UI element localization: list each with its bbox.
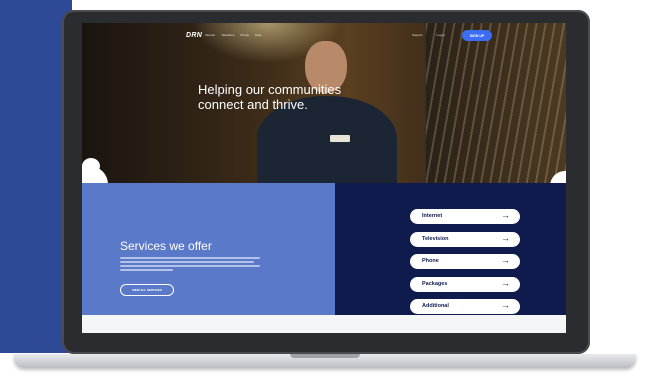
- hero-section: DRN Internet Television Phone Help Suppo…: [82, 23, 566, 183]
- signup-button[interactable]: SIGN UP: [462, 30, 492, 41]
- top-navbar: DRN Internet Television Phone Help Suppo…: [82, 23, 566, 51]
- services-heading: Services we offer: [120, 239, 212, 253]
- laptop-base: [14, 354, 636, 368]
- service-item-phone[interactable]: Phone →: [410, 254, 520, 269]
- nav-link-login[interactable]: Log In: [437, 33, 445, 37]
- arrow-right-icon: →: [501, 232, 510, 243]
- service-list: Internet → Television → Phone → Packages…: [410, 209, 520, 322]
- service-label: Television: [422, 235, 449, 242]
- hero-person-image: [252, 41, 402, 183]
- laptop-notch: [290, 354, 360, 358]
- footer-strip: [82, 315, 566, 333]
- laptop-screen: DRN Internet Television Phone Help Suppo…: [82, 23, 566, 333]
- nav-right-links: Support Log In: [412, 33, 445, 37]
- view-all-services-button[interactable]: VIEW ALL SERVICES: [120, 284, 174, 296]
- service-label: Packages: [422, 280, 448, 287]
- service-item-television[interactable]: Television →: [410, 231, 520, 247]
- person-badge: [330, 135, 350, 142]
- service-label: Phone: [422, 258, 439, 264]
- hero-title: Helping our communities connect and thri…: [198, 82, 342, 112]
- service-item-packages[interactable]: Packages →: [410, 276, 520, 292]
- service-label: Additional: [422, 303, 449, 309]
- nav-link-internet[interactable]: Internet: [205, 33, 215, 37]
- arrow-right-icon: →: [501, 210, 510, 220]
- nav-links: Internet Television Phone Help: [205, 33, 261, 37]
- nav-link-television[interactable]: Television: [221, 33, 234, 37]
- services-description: [120, 257, 260, 273]
- arrow-right-icon: →: [501, 255, 510, 265]
- arrow-right-icon: →: [501, 300, 510, 310]
- nav-link-phone[interactable]: Phone: [240, 33, 249, 37]
- service-item-additional[interactable]: Additional →: [410, 299, 520, 314]
- service-item-internet[interactable]: Internet →: [410, 209, 520, 224]
- nav-link-support[interactable]: Support: [412, 33, 423, 37]
- service-label: Internet: [422, 213, 443, 219]
- arrow-right-icon: →: [501, 277, 510, 288]
- nav-link-help[interactable]: Help: [255, 33, 261, 37]
- site-logo[interactable]: DRN: [186, 32, 202, 39]
